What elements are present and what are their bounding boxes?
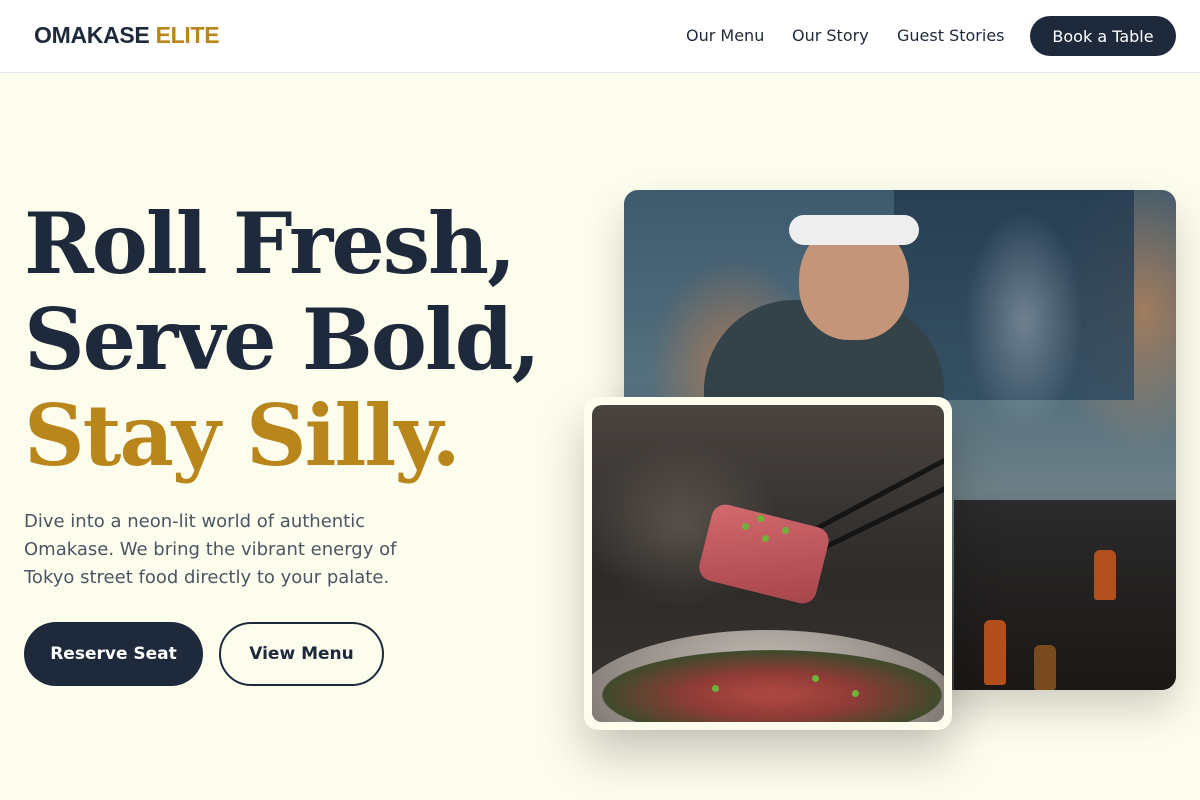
reserve-seat-button[interactable]: Reserve Seat <box>24 622 203 686</box>
nav-our-story[interactable]: Our Story <box>792 26 869 45</box>
brand-name: OMAKASE <box>34 22 150 48</box>
brand-name-accent: ELITE <box>155 22 220 48</box>
scallion <box>812 675 819 682</box>
nav-guest-stories[interactable]: Guest Stories <box>897 26 1005 45</box>
scallion <box>762 535 769 542</box>
scallion <box>852 690 859 697</box>
headline-line-1: Roll Fresh, <box>24 194 516 293</box>
sushi-image <box>592 405 944 722</box>
scallion <box>757 515 764 522</box>
headline-line-2: Serve Bold, <box>24 290 541 389</box>
sauce-bottle <box>1034 645 1056 690</box>
headline-line-3: Stay Silly. <box>24 386 461 485</box>
sauce-bottle <box>984 620 1006 685</box>
scallion <box>742 523 749 530</box>
scallion <box>782 527 789 534</box>
sauce-bottle <box>1094 550 1116 600</box>
view-menu-button[interactable]: View Menu <box>219 622 384 686</box>
site-header: OMAKASE ELITE Our Menu Our Story Guest S… <box>0 0 1200 73</box>
hero-subtitle: Dive into a neon-lit world of authentic … <box>24 511 397 588</box>
sushi-image-card <box>584 397 952 730</box>
smoke <box>964 210 1084 430</box>
chef-headband <box>789 215 919 245</box>
tuna-slice <box>696 501 832 607</box>
scallion <box>712 685 719 692</box>
brand-logo[interactable]: OMAKASE ELITE <box>34 22 220 49</box>
nav-our-menu[interactable]: Our Menu <box>686 26 764 45</box>
hero-headline: Roll Fresh, Serve Bold, Stay Silly. <box>24 194 541 485</box>
book-table-button[interactable]: Book a Table <box>1030 16 1176 56</box>
